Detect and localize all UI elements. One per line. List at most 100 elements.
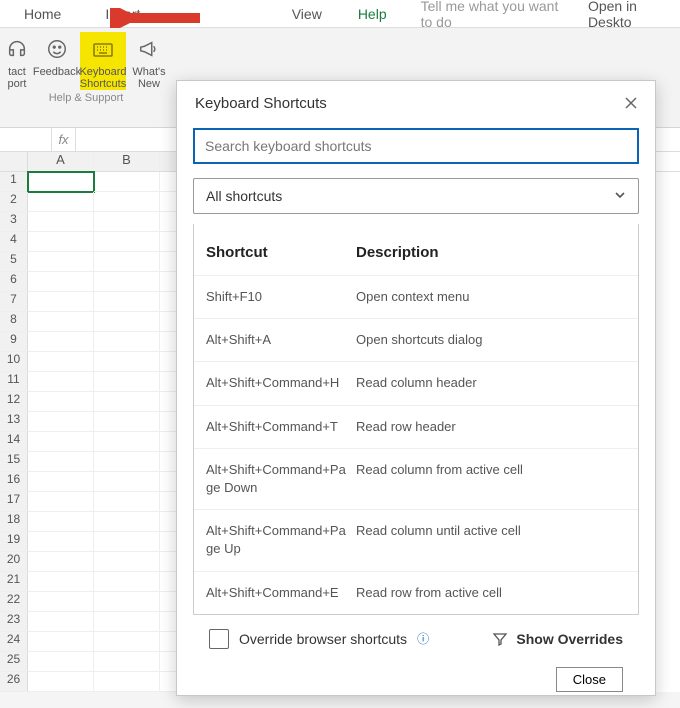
- fx-icon[interactable]: fx: [52, 128, 76, 151]
- shortcut-row[interactable]: Alt+Shift+AOpen shortcuts dialog: [194, 318, 638, 361]
- whats-new-button[interactable]: What's New: [126, 32, 172, 90]
- cell[interactable]: [28, 212, 94, 232]
- cell[interactable]: [94, 612, 160, 632]
- tab-home[interactable]: Home: [2, 2, 83, 26]
- col-header[interactable]: A: [28, 152, 94, 171]
- cell[interactable]: [28, 492, 94, 512]
- shortcut-row[interactable]: Alt+Shift+Command+HRead column header: [194, 361, 638, 404]
- cell[interactable]: [28, 472, 94, 492]
- cell[interactable]: [94, 632, 160, 652]
- cell[interactable]: [28, 172, 94, 192]
- row-header[interactable]: 11: [0, 372, 28, 392]
- cell[interactable]: [28, 452, 94, 472]
- row-header[interactable]: 18: [0, 512, 28, 532]
- cell[interactable]: [28, 312, 94, 332]
- shortcut-row[interactable]: Shift+F10Open context menu: [194, 275, 638, 318]
- cell[interactable]: [94, 172, 160, 192]
- cell[interactable]: [94, 272, 160, 292]
- row-header[interactable]: 15: [0, 452, 28, 472]
- name-box[interactable]: [0, 128, 52, 151]
- cell[interactable]: [28, 572, 94, 592]
- cell[interactable]: [94, 392, 160, 412]
- row-header[interactable]: 13: [0, 412, 28, 432]
- cell[interactable]: [94, 232, 160, 252]
- cell[interactable]: [28, 372, 94, 392]
- cell[interactable]: [94, 212, 160, 232]
- cell[interactable]: [28, 612, 94, 632]
- cell[interactable]: [94, 192, 160, 212]
- cell[interactable]: [94, 292, 160, 312]
- search-input[interactable]: [193, 128, 639, 164]
- row-header[interactable]: 22: [0, 592, 28, 612]
- cell[interactable]: [28, 272, 94, 292]
- cell[interactable]: [94, 652, 160, 672]
- cell[interactable]: [94, 332, 160, 352]
- shortcut-row[interactable]: Alt+Shift+Command+ERead row from active …: [194, 571, 638, 614]
- override-checkbox[interactable]: [209, 629, 229, 649]
- cell[interactable]: [94, 372, 160, 392]
- cell[interactable]: [28, 552, 94, 572]
- cell[interactable]: [94, 472, 160, 492]
- row-header[interactable]: 24: [0, 632, 28, 652]
- row-header[interactable]: 1: [0, 172, 28, 192]
- row-header[interactable]: 9: [0, 332, 28, 352]
- cell[interactable]: [28, 252, 94, 272]
- cell[interactable]: [94, 492, 160, 512]
- cell[interactable]: [28, 292, 94, 312]
- row-header[interactable]: 6: [0, 272, 28, 292]
- row-header[interactable]: 10: [0, 352, 28, 372]
- keyboard-shortcuts-button[interactable]: Keyboard Shortcuts: [80, 32, 126, 90]
- contact-support-button[interactable]: tact port: [0, 32, 34, 90]
- cell[interactable]: [28, 532, 94, 552]
- row-header[interactable]: 4: [0, 232, 28, 252]
- show-overrides-button[interactable]: Show Overrides: [492, 631, 623, 647]
- cell[interactable]: [28, 432, 94, 452]
- cell[interactable]: [28, 192, 94, 212]
- row-header[interactable]: 16: [0, 472, 28, 492]
- row-header[interactable]: 8: [0, 312, 28, 332]
- row-header[interactable]: 12: [0, 392, 28, 412]
- info-icon[interactable]: ⓘ: [417, 630, 429, 647]
- cell[interactable]: [94, 512, 160, 532]
- cell[interactable]: [28, 332, 94, 352]
- shortcut-row[interactable]: Alt+Shift+Command+Page UpRead column unt…: [194, 509, 638, 570]
- cell[interactable]: [94, 452, 160, 472]
- row-header[interactable]: 14: [0, 432, 28, 452]
- cell[interactable]: [94, 412, 160, 432]
- filter-select[interactable]: All shortcuts: [193, 178, 639, 214]
- cell[interactable]: [28, 672, 94, 692]
- select-all-corner[interactable]: [0, 152, 28, 171]
- row-header[interactable]: 25: [0, 652, 28, 672]
- cell[interactable]: [28, 232, 94, 252]
- cell[interactable]: [94, 672, 160, 692]
- cell[interactable]: [94, 312, 160, 332]
- row-header[interactable]: 26: [0, 672, 28, 692]
- row-header[interactable]: 7: [0, 292, 28, 312]
- cell[interactable]: [28, 592, 94, 612]
- feedback-button[interactable]: Feedback .: [34, 32, 80, 90]
- cell[interactable]: [28, 352, 94, 372]
- dialog-close-button[interactable]: [625, 96, 637, 112]
- close-button[interactable]: Close: [556, 667, 623, 692]
- cell[interactable]: [94, 352, 160, 372]
- cell[interactable]: [28, 632, 94, 652]
- cell[interactable]: [94, 572, 160, 592]
- cell[interactable]: [94, 252, 160, 272]
- cell[interactable]: [28, 652, 94, 672]
- row-header[interactable]: 19: [0, 532, 28, 552]
- row-header[interactable]: 21: [0, 572, 28, 592]
- cell[interactable]: [28, 392, 94, 412]
- row-header[interactable]: 23: [0, 612, 28, 632]
- col-header[interactable]: B: [94, 152, 160, 171]
- row-header[interactable]: 5: [0, 252, 28, 272]
- cell[interactable]: [94, 432, 160, 452]
- tab-help[interactable]: Help: [336, 2, 409, 26]
- override-checkbox-row[interactable]: Override browser shortcuts ⓘ: [209, 629, 429, 649]
- tab-insert[interactable]: Insert: [83, 2, 162, 26]
- tab-view[interactable]: View: [278, 2, 336, 26]
- cell[interactable]: [94, 532, 160, 552]
- shortcut-row[interactable]: Alt+Shift+Command+TRead row header: [194, 405, 638, 448]
- shortcut-row[interactable]: Alt+Shift+Command+Page DownRead column f…: [194, 448, 638, 509]
- row-header[interactable]: 20: [0, 552, 28, 572]
- row-header[interactable]: 3: [0, 212, 28, 232]
